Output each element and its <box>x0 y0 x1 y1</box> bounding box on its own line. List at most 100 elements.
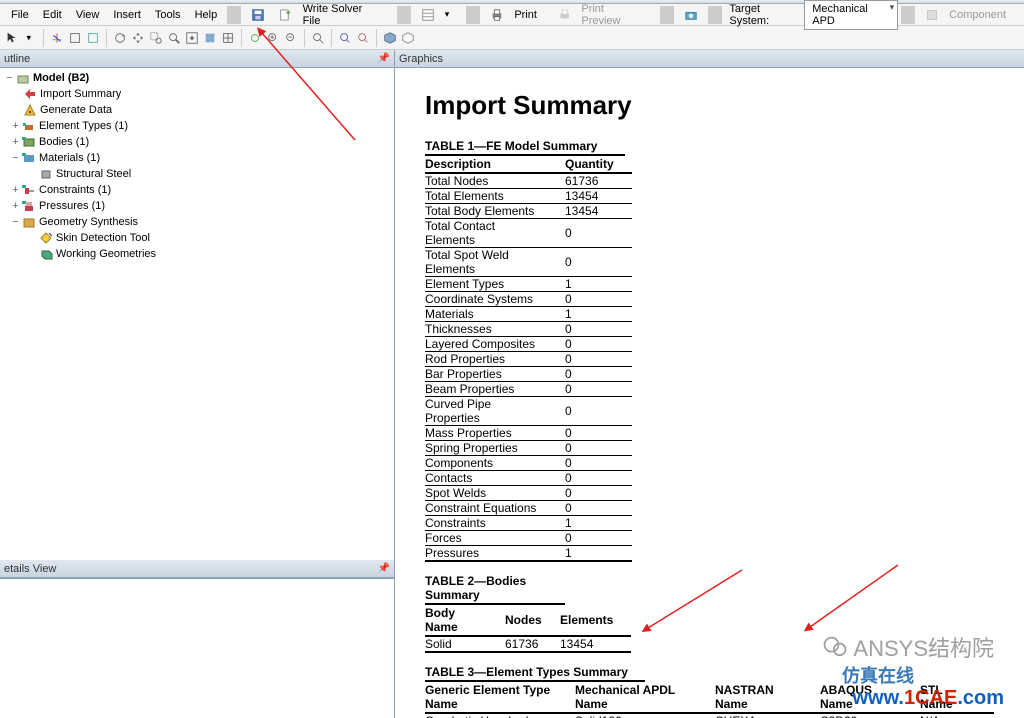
save-icon[interactable] <box>244 6 272 24</box>
table-row: Total Elements13454 <box>425 189 632 204</box>
table-row: Coordinate Systems0 <box>425 292 632 307</box>
separator <box>106 29 107 47</box>
separator <box>466 6 480 24</box>
separator <box>241 29 242 47</box>
zoom-out-icon[interactable] <box>283 30 299 46</box>
separator <box>331 29 332 47</box>
fit-icon[interactable] <box>184 30 200 46</box>
worksheet-icon[interactable]: ▾ <box>414 5 464 24</box>
table-row: Total Spot Weld Elements0 <box>425 248 632 277</box>
separator <box>660 6 674 24</box>
pan-icon[interactable] <box>130 30 146 46</box>
view-toolbar: ▾ <box>0 26 1024 50</box>
table-row: Materials1 <box>425 307 632 322</box>
page-heading: Import Summary <box>425 90 994 121</box>
separator <box>901 6 915 24</box>
target-system-dropdown[interactable]: Mechanical APD <box>804 0 898 30</box>
wireframe-icon[interactable] <box>67 30 83 46</box>
separator <box>227 6 241 24</box>
menu-file[interactable]: File <box>4 7 36 23</box>
separator <box>397 6 411 24</box>
table-row: Solid6173613454 <box>425 636 631 652</box>
wireframe2-icon[interactable] <box>85 30 101 46</box>
probe-icon[interactable] <box>337 30 353 46</box>
table-row: Constraints1 <box>425 516 632 531</box>
menu-edit[interactable]: Edit <box>36 7 69 23</box>
target-system-label: Target System: <box>725 3 804 27</box>
table-row: Rod Properties0 <box>425 352 632 367</box>
tree-structural-steel[interactable]: Structural Steel <box>0 166 394 182</box>
grid-icon[interactable] <box>220 30 236 46</box>
shade-icon[interactable] <box>202 30 218 46</box>
table2-title: TABLE 2—Bodies Summary <box>425 574 565 605</box>
sync-icon[interactable] <box>247 30 263 46</box>
separator <box>43 29 44 47</box>
tree-element-types[interactable]: +Element Types (1) <box>0 118 394 134</box>
menu-help[interactable]: Help <box>188 7 225 23</box>
graphics-pane: Import Summary TABLE 1—FE Model Summary … <box>395 68 1024 718</box>
zoom-fit-icon[interactable] <box>310 30 326 46</box>
write-solver-file-button[interactable]: Write Solver File <box>272 0 394 31</box>
svg-text:▾: ▾ <box>27 32 32 42</box>
table-row: Mass Properties0 <box>425 426 632 441</box>
separator <box>376 29 377 47</box>
menu-tools[interactable]: Tools <box>148 7 188 23</box>
table-row: Pressures1 <box>425 546 632 562</box>
details-header: etails View📌 <box>0 560 394 578</box>
dropdown-icon[interactable]: ▾ <box>22 30 38 46</box>
tree-geometry-synthesis[interactable]: −Geometry Synthesis <box>0 214 394 230</box>
camera-icon[interactable] <box>677 6 705 24</box>
table-row: Curved Pipe Properties0 <box>425 397 632 426</box>
axis-icon[interactable] <box>49 30 65 46</box>
table-row: Spring Properties0 <box>425 441 632 456</box>
menu-view[interactable]: View <box>69 7 107 23</box>
print-preview-button: Print Preview <box>551 0 657 31</box>
table-row: Bar Properties0 <box>425 367 632 382</box>
tree-constraints[interactable]: +Constraints (1) <box>0 182 394 198</box>
outline-tree[interactable]: −Model (B2) Import Summary Generate Data… <box>0 68 394 560</box>
iso2-icon[interactable] <box>400 30 416 46</box>
rotate-icon[interactable] <box>112 30 128 46</box>
table-row: Contacts0 <box>425 471 632 486</box>
zoom-icon[interactable] <box>166 30 182 46</box>
table-row: Total Nodes61736 <box>425 173 632 189</box>
probe2-icon[interactable] <box>355 30 371 46</box>
right-column: Graphics Import Summary TABLE 1—FE Model… <box>395 50 1024 718</box>
tree-root[interactable]: −Model (B2) <box>0 70 394 86</box>
watermark-site: 仿真在线 <box>842 662 914 688</box>
pin-icon[interactable]: 📌 <box>378 563 390 574</box>
zoom-in-icon[interactable] <box>265 30 281 46</box>
tree-import-summary[interactable]: Import Summary <box>0 86 394 102</box>
table-row: Element Types1 <box>425 277 632 292</box>
table1-title: TABLE 1—FE Model Summary <box>425 139 625 156</box>
separator <box>304 29 305 47</box>
left-column: utline📌 −Model (B2) Import Summary Gener… <box>0 50 395 718</box>
tree-working-geometries[interactable]: Working Geometries <box>0 246 394 262</box>
menu-insert[interactable]: Insert <box>106 7 148 23</box>
tree-skin-detection[interactable]: Skin Detection Tool <box>0 230 394 246</box>
main-layout: utline📌 −Model (B2) Import Summary Gener… <box>0 50 1024 718</box>
zoom-box-icon[interactable] <box>148 30 164 46</box>
watermark-wechat: ANSYS结构院 <box>821 631 994 663</box>
table-row: Total Contact Elements0 <box>425 219 632 248</box>
tree-generate-data[interactable]: Generate Data <box>0 102 394 118</box>
outline-header: utline📌 <box>0 50 394 68</box>
table-row: Layered Composites0 <box>425 337 632 352</box>
table-row: Total Body Elements13454 <box>425 204 632 219</box>
table-row: Forces0 <box>425 531 632 546</box>
separator <box>708 6 722 24</box>
tree-bodies[interactable]: +Bodies (1) <box>0 134 394 150</box>
print-button[interactable]: Print <box>483 5 551 25</box>
table-row: Components0 <box>425 456 632 471</box>
menu-bar: File Edit View Insert Tools Help Write S… <box>0 4 1024 26</box>
cursor-icon[interactable] <box>4 30 20 46</box>
graphics-header: Graphics <box>395 50 1024 68</box>
pin-icon[interactable]: 📌 <box>378 53 390 64</box>
iso-icon[interactable] <box>382 30 398 46</box>
table-row: Constraint Equations0 <box>425 501 632 516</box>
tree-pressures[interactable]: +Pressures (1) <box>0 198 394 214</box>
component-button: Component <box>918 5 1020 25</box>
table-row: Spot Welds0 <box>425 486 632 501</box>
tree-materials[interactable]: −Materials (1) <box>0 150 394 166</box>
table-row: Thicknesses0 <box>425 322 632 337</box>
